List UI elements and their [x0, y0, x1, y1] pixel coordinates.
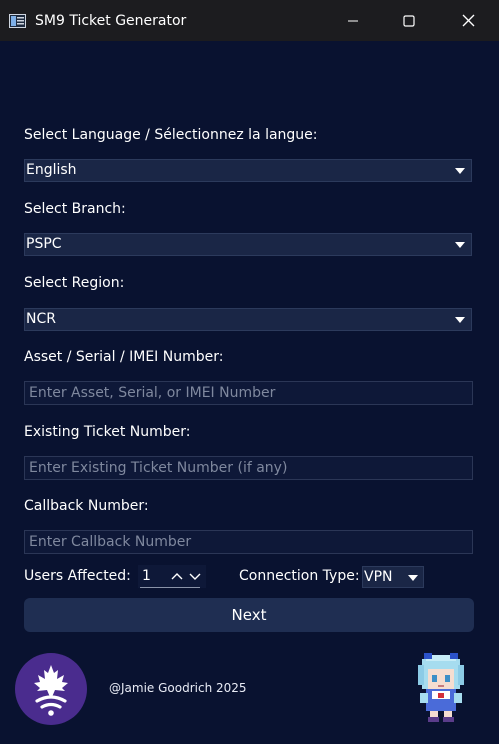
close-icon [462, 14, 474, 27]
branch-label: Select Branch: [24, 201, 126, 217]
chevron-down-icon [408, 575, 418, 581]
window-title: SM9 Ticket Generator [35, 13, 187, 29]
chevron-down-icon [455, 242, 465, 248]
region-label: Select Region: [24, 275, 125, 291]
app-window-icon [9, 14, 26, 28]
connection-type-value: VPN [364, 569, 393, 585]
maximize-icon [403, 14, 415, 27]
close-button[interactable] [445, 0, 491, 41]
copyright-credit: @Jamie Goodrich 2025 [109, 681, 247, 695]
next-button[interactable]: Next [24, 598, 474, 632]
spinner-underline [140, 587, 200, 588]
region-select[interactable]: NCR [24, 308, 472, 331]
maximize-button[interactable] [386, 0, 432, 41]
ticket-label: Existing Ticket Number: [24, 424, 191, 440]
asset-input[interactable] [24, 381, 473, 405]
minimize-icon [348, 20, 358, 21]
form-panel: Select Language / Sélectionnez la langue… [0, 41, 499, 744]
chevron-down-icon[interactable] [188, 569, 202, 583]
chevron-up-icon[interactable] [170, 569, 184, 583]
maple-leaf-wifi-logo-icon [15, 653, 87, 725]
users-affected-spinner[interactable]: 1 [138, 565, 206, 588]
language-select[interactable]: English [24, 159, 472, 182]
asset-label: Asset / Serial / IMEI Number: [24, 349, 224, 365]
users-affected-label: Users Affected: [24, 568, 131, 584]
title-bar: SM9 Ticket Generator [0, 0, 499, 41]
minimize-button[interactable] [330, 0, 376, 41]
pixel-mascot-icon [418, 653, 464, 722]
ticket-input[interactable] [24, 456, 473, 480]
connection-type-select[interactable]: VPN [362, 566, 424, 588]
connection-type-label: Connection Type: [239, 568, 360, 584]
users-affected-value: 1 [142, 568, 151, 584]
callback-input[interactable] [24, 530, 473, 554]
language-value: English [26, 162, 77, 178]
language-label: Select Language / Sélectionnez la langue… [24, 127, 318, 143]
branch-select[interactable]: PSPC [24, 233, 472, 256]
branch-value: PSPC [26, 236, 62, 252]
chevron-down-icon [455, 317, 465, 323]
chevron-down-icon [455, 168, 465, 174]
region-value: NCR [26, 311, 56, 327]
callback-label: Callback Number: [24, 498, 149, 514]
